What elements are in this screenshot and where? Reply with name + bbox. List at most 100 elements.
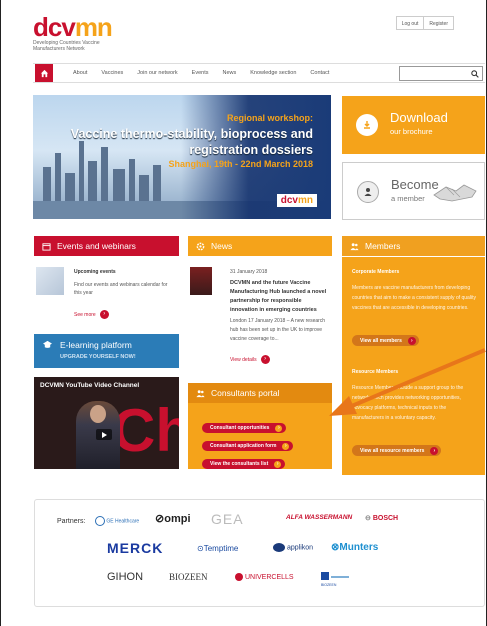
- chevron-right-icon: ›: [275, 424, 283, 432]
- partner-logo-ge[interactable]: GE Healthcare: [95, 516, 139, 526]
- skyline-building: [88, 161, 97, 203]
- nav-knowledge[interactable]: Knowledge section: [250, 70, 296, 76]
- banner-logo-text-a: dcv: [280, 195, 298, 206]
- news-panel: 31 January 2018 DCVMN and the future Vac…: [188, 257, 332, 374]
- logo-text-b: mn: [74, 12, 113, 42]
- users-icon: [350, 242, 359, 250]
- become-member-button[interactable]: Become a member: [342, 162, 485, 220]
- hero-banner[interactable]: Regional workshop: Vaccine thermo-stabil…: [33, 95, 331, 219]
- download-icon-circle: [356, 114, 378, 136]
- consultants-heading-label: Consultants portal: [211, 388, 280, 398]
- events-item-text: Find our events and webinars calendar fo…: [74, 282, 168, 296]
- nav-vaccines[interactable]: Vaccines: [101, 70, 123, 76]
- news-heading[interactable]: News: [188, 236, 332, 256]
- partner-alfa-label: ALFA WASSERMANN: [286, 514, 353, 521]
- handshake-icon: [433, 184, 477, 202]
- chevron-right-icon: ›: [407, 336, 416, 345]
- consultant-opportunities-button[interactable]: Consultant opportunities ›: [202, 423, 287, 433]
- banner-kicker: Regional workshop:: [226, 113, 313, 123]
- chevron-right-icon: ›: [274, 460, 282, 468]
- news-heading-label: News: [211, 241, 233, 251]
- nav-contact[interactable]: Contact: [310, 70, 329, 76]
- nav-join[interactable]: Join our network: [137, 70, 177, 76]
- graduation-cap-icon: [43, 340, 52, 348]
- site-logo[interactable]: dcvmn Developing Countries Vaccine Manuf…: [33, 14, 113, 52]
- home-button[interactable]: [35, 64, 53, 82]
- view-details-link[interactable]: View details ›: [230, 355, 270, 364]
- chevron-right-icon: ›: [282, 442, 290, 450]
- play-icon[interactable]: [96, 429, 112, 440]
- partner-logo-alfa-wassermann[interactable]: ALFA WASSERMANN: [286, 514, 352, 521]
- user-icon-circle: [357, 181, 379, 203]
- news-excerpt: London 17 January 2018 – A new research …: [230, 318, 326, 342]
- events-thumbnail[interactable]: [36, 267, 64, 295]
- consultants-list-button[interactable]: View the consultants list ›: [202, 459, 286, 469]
- partner-logo-bosch[interactable]: ⊖ BOSCH: [365, 514, 398, 522]
- partner-munters-label: Munters: [339, 542, 379, 553]
- logo-text-a: dcv: [33, 12, 76, 42]
- partner-logo-biozeen[interactable]: BIOZEEN: [169, 572, 208, 582]
- partner-logo-munters[interactable]: ⊗Munters: [331, 542, 378, 553]
- nav-events[interactable]: Events: [192, 70, 209, 76]
- skyline-building: [43, 167, 51, 203]
- partner-logo-gea[interactable]: GEA: [211, 511, 244, 527]
- partner-logo-ompi[interactable]: ⊘ompi: [155, 512, 191, 525]
- skyline-building: [55, 153, 61, 203]
- partner-ompi-label: ompi: [164, 513, 191, 525]
- banner-logo-text-b: mn: [298, 195, 313, 206]
- view-details-label: View details: [230, 356, 257, 363]
- consultant-application-label: Consultant application form: [210, 443, 277, 449]
- download-title: Download: [390, 110, 448, 125]
- chevron-right-icon: ›: [430, 446, 439, 455]
- news-thumbnail[interactable]: [190, 267, 212, 295]
- gear-icon: [196, 242, 205, 250]
- nav-news[interactable]: News: [222, 70, 236, 76]
- search-input[interactable]: [399, 66, 483, 81]
- partner-logo-mark: [321, 572, 329, 580]
- news-date: 31 January 2018: [230, 269, 268, 275]
- consultant-application-button[interactable]: Consultant application form ›: [202, 441, 294, 451]
- user-icon: [364, 188, 372, 196]
- nav-about[interactable]: About: [73, 70, 87, 76]
- partner-gea-label: GEA: [211, 511, 244, 527]
- members-heading[interactable]: Members: [342, 236, 485, 256]
- page: dcvmn Developing Countries Vaccine Manuf…: [0, 0, 487, 626]
- chevron-right-icon: ›: [99, 310, 109, 319]
- download-icon: [364, 121, 370, 129]
- youtube-title: DCVMN YouTube Video Channel: [40, 382, 140, 389]
- news-title[interactable]: DCVMN and the future Vaccine Manufacturi…: [230, 279, 330, 315]
- partner-logo-merck[interactable]: MERCK: [107, 540, 163, 556]
- chevron-right-icon: ›: [260, 355, 270, 364]
- view-all-resource-members-button[interactable]: View all resource members ›: [352, 445, 442, 456]
- consultants-heading[interactable]: Consultants portal: [188, 383, 332, 403]
- elearning-banner[interactable]: E-learning platform UPGRADE YOURSELF NOW…: [34, 334, 179, 368]
- partner-logo-applikon[interactable]: applikon: [273, 543, 313, 552]
- see-more-link[interactable]: See more ›: [74, 310, 109, 319]
- elearning-title: E-learning platform: [60, 340, 132, 350]
- users-icon: [196, 389, 205, 397]
- consultant-opportunities-label: Consultant opportunities: [210, 425, 270, 431]
- view-all-members-label: View all members: [360, 337, 402, 344]
- events-heading[interactable]: Events and webinars: [34, 236, 179, 256]
- partner-logo-mark: [331, 576, 349, 578]
- speaker-face: [90, 405, 106, 423]
- download-brochure-button[interactable]: Download our brochure: [342, 96, 485, 154]
- view-all-members-button[interactable]: View all members ›: [352, 335, 419, 346]
- partner-bosch-label: BOSCH: [372, 515, 399, 522]
- partner-logo-small[interactable]: BIOZEEN: [321, 570, 351, 590]
- register-link[interactable]: Register: [423, 17, 453, 29]
- events-item-title[interactable]: Upcoming events: [74, 269, 116, 275]
- logout-link[interactable]: Log out: [397, 17, 424, 29]
- partner-logo-univercells[interactable]: UNIVERCELLS: [235, 573, 294, 581]
- youtube-video[interactable]: Ch DCVMN YouTube Video Channel: [34, 377, 179, 469]
- skyline-building: [113, 169, 125, 203]
- calendar-icon: [42, 242, 51, 251]
- view-all-resource-members-label: View all resource members: [360, 447, 425, 454]
- partner-logo-temptime[interactable]: ⊙Temptime: [197, 544, 238, 553]
- skyline-building: [139, 175, 149, 203]
- events-heading-label: Events and webinars: [57, 241, 136, 251]
- partner-logo-gihon[interactable]: GIHON: [107, 571, 143, 583]
- home-icon: [40, 69, 48, 77]
- search-icon[interactable]: [471, 70, 479, 78]
- become-subtitle: a member: [391, 194, 425, 203]
